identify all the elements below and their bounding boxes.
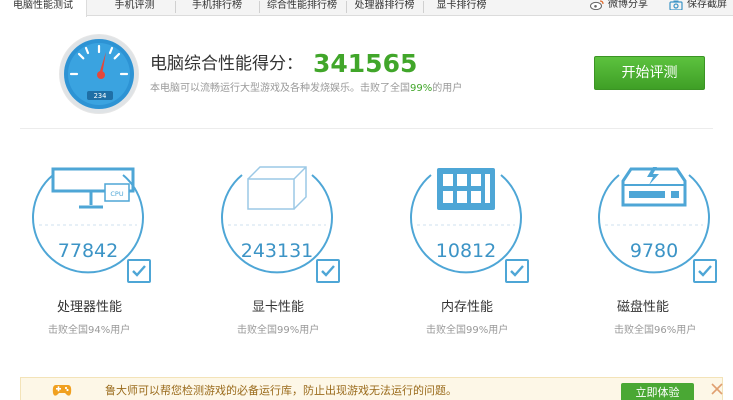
score-label: 电脑综合性能得分：	[150, 54, 303, 74]
tab-gpu-ranking[interactable]: 显卡排行榜	[426, 0, 497, 16]
top-tab-bar: 电脑性能测试 手机评测 手机排行榜 综合性能排行榜 处理器排行榜 显卡排行榜 微…	[0, 0, 733, 17]
disk-checkbox[interactable]	[693, 259, 717, 283]
disk-performance-label: 磁盘性能	[617, 300, 670, 315]
tab-phone-review[interactable]: 手机评测	[97, 0, 172, 16]
try-now-button[interactable]: 立即体验	[621, 383, 694, 400]
check-icon	[321, 265, 335, 277]
cpu-performance-label: 处理器性能	[57, 300, 123, 315]
close-icon[interactable]	[710, 382, 724, 396]
check-icon	[510, 265, 524, 277]
gauge-readout: 234	[94, 92, 107, 100]
section-divider	[20, 128, 713, 129]
notice-text: 鲁大师可以帮您检测游戏的必备运行库，防止出现游戏无法运行的问题。	[105, 384, 457, 397]
weibo-share-button[interactable]: 微博分享	[590, 0, 648, 10]
gpu-checkbox[interactable]	[316, 259, 340, 283]
weibo-icon	[590, 0, 604, 10]
weibo-share-label: 微博分享	[608, 0, 648, 10]
score-description: 本电脑可以流畅运行大型游戏及各种发烧娱乐。击败了全国99%的用户	[150, 82, 462, 96]
tab-separator	[259, 1, 260, 13]
start-benchmark-button[interactable]: 开始评测	[594, 56, 705, 90]
score-desc-text: 本电脑可以流畅运行大型游戏及各种发烧娱乐。击败了全国	[150, 83, 410, 94]
score-desc-suffix: 的用户	[432, 83, 463, 94]
memory-chip-icon	[437, 168, 495, 210]
cpu-checkbox[interactable]	[127, 259, 151, 283]
save-screenshot-label: 保存截屏	[687, 0, 727, 10]
memory-beat-percent: 击败全国99%用户	[426, 325, 509, 336]
gamepad-icon	[52, 385, 72, 396]
tab-separator	[423, 1, 424, 13]
overall-score-value: 341565	[313, 49, 418, 78]
check-icon	[698, 265, 712, 277]
tab-separator	[175, 1, 176, 13]
disk-beat-percent: 击败全国96%用户	[614, 325, 697, 336]
tab-pc-performance-test[interactable]: 电脑性能测试	[0, 0, 87, 17]
cpu-chip-text: CPU	[110, 190, 123, 198]
save-screenshot-button[interactable]: 保存截屏	[669, 0, 727, 10]
check-icon	[132, 265, 146, 277]
monitor-cpu-icon: CPU	[51, 167, 135, 209]
hard-disk-icon	[621, 167, 687, 207]
performance-gauge-icon: 234	[59, 34, 139, 114]
memory-checkbox[interactable]	[505, 259, 529, 283]
camera-icon	[669, 0, 683, 10]
cpu-beat-percent: 击败全国94%用户	[48, 325, 131, 336]
graphics-cube-icon	[247, 166, 307, 210]
gpu-beat-percent: 击败全国99%用户	[237, 325, 320, 336]
tab-phone-ranking[interactable]: 手机排行榜	[178, 0, 256, 16]
tab-cpu-ranking[interactable]: 处理器排行榜	[349, 0, 420, 16]
tab-overall-ranking[interactable]: 综合性能排行榜	[261, 0, 343, 16]
gpu-performance-label: 显卡性能	[252, 300, 305, 315]
tab-separator	[346, 1, 347, 13]
runtime-notice-bar: 鲁大师可以帮您检测游戏的必备运行库，防止出现游戏无法运行的问题。 立即体验	[20, 377, 723, 400]
score-desc-percent: 99%	[410, 83, 433, 94]
memory-performance-label: 内存性能	[441, 300, 494, 315]
